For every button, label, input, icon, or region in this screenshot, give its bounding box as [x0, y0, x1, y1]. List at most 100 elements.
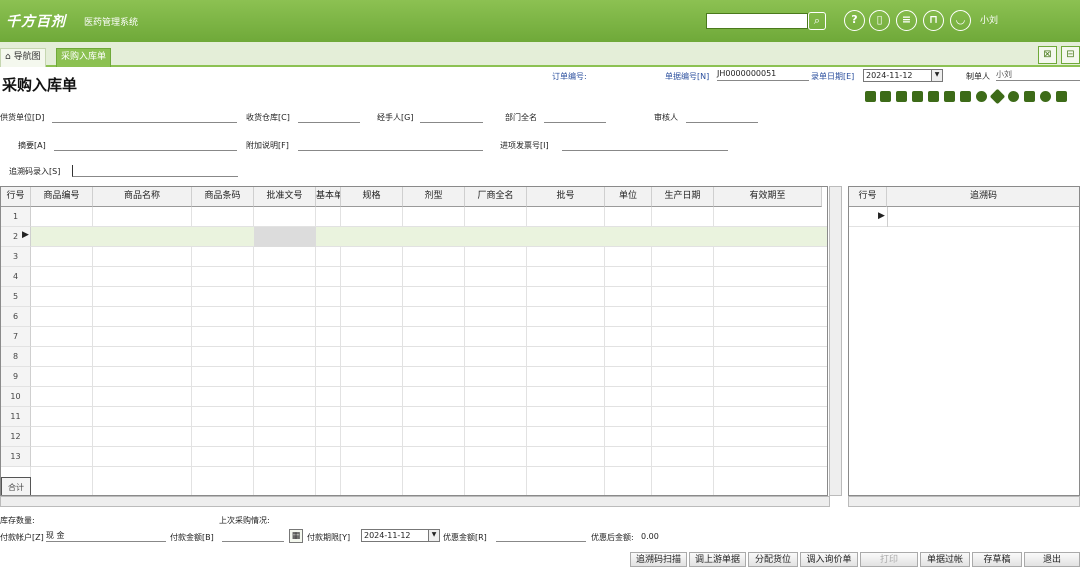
toolbar-help-icon[interactable] — [1040, 91, 1051, 102]
chevron-down-icon[interactable]: ▼ — [428, 530, 439, 541]
column-header[interactable]: 有效期至 — [714, 187, 822, 207]
device-icon[interactable]: ▯ — [869, 10, 890, 31]
column-header[interactable]: 基本单 — [316, 187, 341, 207]
toolbar-list-icon[interactable] — [960, 91, 971, 102]
toolbar-doc-icon[interactable] — [928, 91, 939, 102]
row-number[interactable]: 10 — [1, 387, 31, 407]
maker-field[interactable]: 小刘 — [996, 69, 1080, 81]
column-header[interactable]: 厂商全名 — [465, 187, 527, 207]
trace-label: 追溯码录入[S] — [9, 167, 61, 176]
row-number[interactable]: 6 — [1, 307, 31, 327]
column-divider — [887, 207, 888, 227]
table-row[interactable] — [31, 367, 827, 387]
search-input[interactable] — [706, 13, 808, 29]
product-grid[interactable]: 行号 商品编号 商品名称 商品条码 批准文号 基本单 规格 剂型 厂商全名 批号 单位 生产日期 有效期… — [0, 186, 828, 496]
grid-horizontal-scrollbar[interactable] — [0, 496, 830, 507]
column-header[interactable]: 批号 — [527, 187, 605, 207]
help-icon[interactable]: ? — [844, 10, 865, 31]
print-preview-icon[interactable]: ⊟ — [1061, 46, 1080, 64]
entry-date-picker[interactable]: 2024-11-12 ▼ — [863, 69, 943, 82]
document-icon[interactable]: ≡ — [896, 10, 917, 31]
pay-amount-field[interactable] — [222, 530, 284, 542]
handler-field[interactable] — [420, 111, 483, 123]
selected-cell[interactable] — [254, 227, 316, 247]
row-number[interactable]: 12 — [1, 427, 31, 447]
row-number[interactable]: 13 — [1, 447, 31, 467]
toolbar-print-icon[interactable] — [944, 91, 955, 102]
supplier-field[interactable] — [52, 111, 237, 123]
toolbar-book-icon[interactable] — [1024, 91, 1035, 102]
discount-field[interactable] — [496, 530, 586, 542]
extra-field[interactable] — [298, 139, 483, 151]
dept-label: 部门全名 — [505, 113, 537, 122]
trace-column-header[interactable]: 追溯码 — [887, 187, 1079, 207]
toolbar-clip-icon[interactable] — [1008, 91, 1019, 102]
search-icon[interactable]: ⌕ — [808, 12, 826, 30]
column-header[interactable]: 行号 — [1, 187, 31, 207]
auditor-field[interactable] — [686, 111, 758, 123]
row-number[interactable]: 4 — [1, 267, 31, 287]
doc-no-label: 单据编号[N] — [665, 72, 710, 81]
trace-column-header[interactable]: 行号 — [849, 187, 887, 207]
tab-label: 导航图 — [13, 52, 41, 62]
column-header[interactable]: 批准文号 — [254, 187, 316, 207]
calculator-icon[interactable]: ▦ — [289, 529, 303, 543]
doc-no-field[interactable]: JH0000000051 — [717, 69, 809, 81]
user-name[interactable]: 小刘 — [980, 13, 998, 26]
trace-grid-scrollbar[interactable] — [848, 496, 1080, 507]
column-header[interactable]: 剂型 — [403, 187, 465, 207]
tab-purchase-receipt[interactable]: 采购入库单 — [56, 48, 112, 67]
grid-vertical-scrollbar[interactable] — [829, 186, 842, 496]
row-number[interactable]: 7 — [1, 327, 31, 347]
pay-account-field[interactable]: 现 金 — [46, 530, 166, 542]
row-number[interactable]: 9 — [1, 367, 31, 387]
row-number[interactable]: 5 — [1, 287, 31, 307]
dept-field[interactable] — [544, 111, 606, 123]
page-title: 采购入库单 — [2, 76, 78, 94]
pay-deadline-picker[interactable]: 2024-11-12 ▼ — [361, 529, 440, 542]
invoice-field[interactable] — [562, 139, 728, 151]
table-row[interactable] — [31, 427, 827, 447]
table-row[interactable] — [31, 387, 827, 407]
toolbar-save-icon[interactable] — [912, 91, 923, 102]
row-number[interactable]: 11 — [1, 407, 31, 427]
trace-row[interactable]: ▶ — [849, 207, 1079, 227]
user-icon[interactable]: ◡ — [950, 10, 971, 31]
column-header[interactable]: 规格 — [341, 187, 403, 207]
tab-navigation[interactable]: ⌂ 导航图 — [0, 48, 46, 67]
toolbar-calc-icon[interactable] — [880, 91, 891, 102]
column-header[interactable]: 商品编号 — [31, 187, 93, 207]
extra-label: 附加说明[F] — [246, 141, 289, 150]
table-row[interactable] — [31, 447, 827, 467]
table-row[interactable] — [31, 327, 827, 347]
toolbar-extra-icon[interactable] — [1056, 91, 1067, 102]
lock-icon[interactable]: ⊓ — [923, 10, 944, 31]
row-number[interactable]: 3 — [1, 247, 31, 267]
toolbar-gear-icon[interactable] — [976, 91, 987, 102]
summary-field[interactable] — [54, 139, 237, 151]
table-row[interactable] — [31, 347, 827, 367]
column-header[interactable]: 商品条码 — [192, 187, 254, 207]
trace-grid[interactable]: 行号 追溯码 ▶ — [848, 186, 1080, 496]
window-close-icon[interactable]: ⊠ — [1038, 46, 1057, 64]
table-row[interactable] — [31, 287, 827, 307]
row-number[interactable]: 1 — [1, 207, 31, 227]
column-header[interactable]: 商品名称 — [93, 187, 192, 207]
toolbar-bag-icon[interactable] — [865, 91, 876, 102]
chevron-down-icon[interactable]: ▼ — [931, 70, 942, 81]
column-header[interactable]: 单位 — [605, 187, 652, 207]
row-number[interactable]: 8 — [1, 347, 31, 367]
table-row[interactable] — [31, 247, 827, 267]
pay-account-label: 付款帐户[Z] — [0, 533, 44, 542]
pay-deadline-label: 付款期限[Y] — [307, 533, 351, 542]
table-row[interactable] — [31, 407, 827, 427]
toolbar-users-icon[interactable] — [896, 91, 907, 102]
warehouse-field[interactable] — [298, 111, 360, 123]
table-row[interactable]: ▶ — [22, 227, 827, 247]
trace-input[interactable] — [72, 165, 238, 177]
table-row[interactable] — [31, 307, 827, 327]
toolbar-arrows-icon[interactable] — [989, 88, 1006, 105]
table-row[interactable] — [31, 207, 827, 227]
column-header[interactable]: 生产日期 — [652, 187, 714, 207]
table-row[interactable] — [31, 267, 827, 287]
